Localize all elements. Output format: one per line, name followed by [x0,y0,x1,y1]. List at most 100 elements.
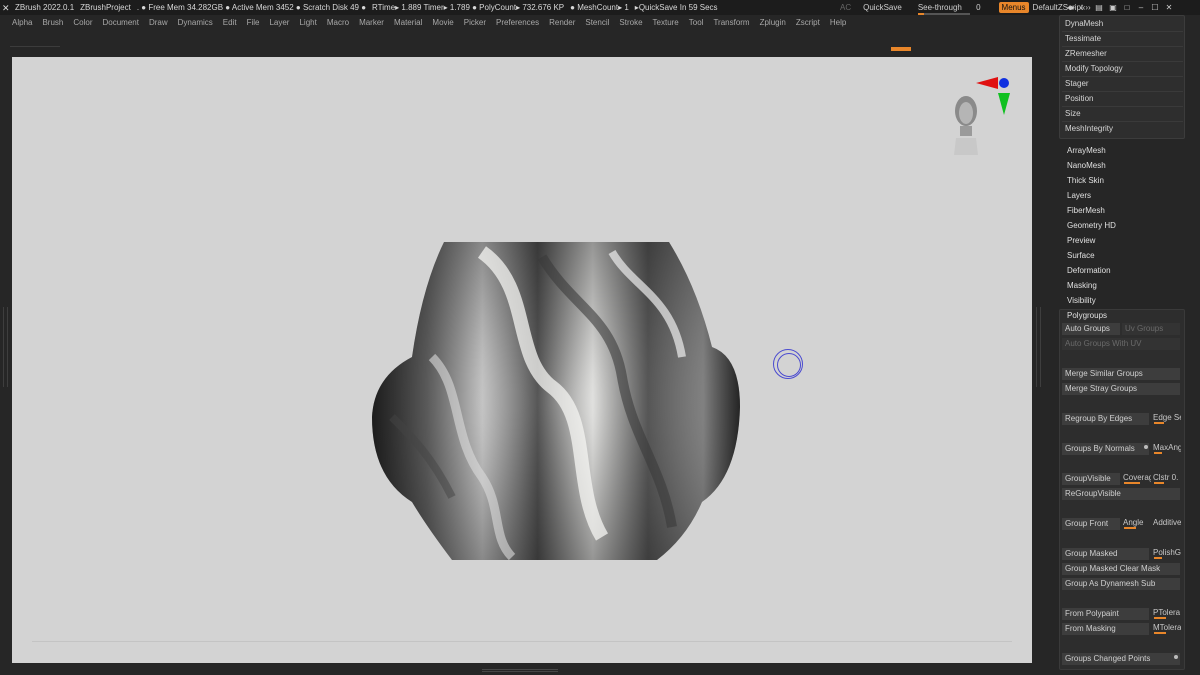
sculpt-mesh[interactable] [12,57,1032,663]
right-tray-handle[interactable] [1036,307,1041,387]
menu-dynamics[interactable]: Dynamics [178,18,213,27]
menu-item-meshintegrity[interactable]: MeshIntegrity [1065,122,1113,136]
polish-groups-slider[interactable]: PolishG [1153,548,1181,560]
ac-button[interactable]: AC [840,3,851,12]
menu-item-tessimate[interactable]: Tessimate [1065,32,1101,46]
menu-marker[interactable]: Marker [359,18,384,27]
menu-movie[interactable]: Movie [432,18,453,27]
subpalette-preview[interactable]: Preview [1067,235,1095,247]
menu-file[interactable]: File [247,18,260,27]
menus-toggle-button[interactable]: Menus [998,2,1029,13]
menu-material[interactable]: Material [394,18,422,27]
menu-item-size[interactable]: Size [1065,107,1081,121]
zbrush-window: ✕ ZBrush 2022.0.1 ZBrushProject . ● Free… [0,0,1200,675]
edge-sensitivity-slider[interactable]: Edge Se [1153,413,1181,425]
menu-document[interactable]: Document [103,18,139,27]
from-masking-button[interactable]: From Masking [1062,623,1149,635]
floor-line [32,641,1012,642]
geometry-dropdown-menu: DynaMesh Tessimate ZRemesher Modify Topo… [1059,15,1185,139]
menu-color[interactable]: Color [73,18,92,27]
menu-preferences[interactable]: Preferences [496,18,539,27]
menu-alpha[interactable]: Alpha [12,18,32,27]
menu-stencil[interactable]: Stencil [585,18,609,27]
menu-light[interactable]: Light [299,18,316,27]
subpalette-surface[interactable]: Surface [1067,250,1095,262]
restore-icon[interactable]: □ [1122,3,1132,12]
menu-edit[interactable]: Edit [223,18,237,27]
menu-macro[interactable]: Macro [327,18,349,27]
cluster-slider[interactable]: Clstr 0. [1153,473,1181,485]
group-as-dynamesh-sub-button[interactable]: Group As Dynamesh Sub [1062,578,1180,590]
coverage-slider[interactable]: Coverag [1123,473,1151,485]
subpalette-arraymesh[interactable]: ArrayMesh [1067,145,1106,157]
auto-groups-with-uv-button[interactable]: Auto Groups With UV [1062,338,1180,350]
menu-item-modify-topology[interactable]: Modify Topology [1065,62,1123,76]
menu-item-stager[interactable]: Stager [1065,77,1089,91]
polypaint-tolerance-slider[interactable]: PTolera [1153,608,1181,620]
menu-render[interactable]: Render [549,18,575,27]
menu-item-position[interactable]: Position [1065,92,1093,106]
toggle-dot-icon[interactable] [1144,445,1148,449]
angle-slider[interactable]: Angle [1123,518,1151,530]
maximize-icon[interactable]: ☐ [1150,3,1160,12]
menu-tool[interactable]: Tool [689,18,704,27]
minimize-icon[interactable]: – [1136,3,1146,12]
menu-layer[interactable]: Layer [269,18,289,27]
quicksave-button[interactable]: QuickSave [863,3,902,12]
close-icon[interactable]: ✕ [1164,3,1174,12]
from-polypaint-button[interactable]: From Polypaint [1062,608,1149,620]
menu-zplugin[interactable]: Zplugin [760,18,786,27]
menu-draw[interactable]: Draw [149,18,168,27]
group-masked-button[interactable]: Group Masked [1062,548,1149,560]
title-controls: AC QuickSave See-through 0 Menus Default… [840,0,1089,15]
palette-icon[interactable]: ▤ [1094,3,1104,12]
menu-stroke[interactable]: Stroke [619,18,642,27]
additive-toggle[interactable]: Additive [1153,518,1181,530]
max-angle-slider[interactable]: MaxAng [1153,443,1181,455]
auto-groups-button[interactable]: Auto Groups [1062,323,1120,335]
subpalette-nanomesh[interactable]: NanoMesh [1067,160,1106,172]
menu-item-dynamesh[interactable]: DynaMesh [1065,17,1103,31]
mask-tolerance-slider[interactable]: MTolera [1153,623,1181,635]
groups-changed-points-button[interactable]: Groups Changed Points [1062,653,1180,665]
mesh-count: ● MeshCount▸ 1 [570,3,629,12]
group-front-button[interactable]: Group Front [1062,518,1120,530]
subpalette-geometry-hd[interactable]: Geometry HD [1067,220,1116,232]
subpalette-visibility[interactable]: Visibility [1067,295,1096,307]
regroup-visible-button[interactable]: ReGroupVisible [1062,488,1180,500]
menu-picker[interactable]: Picker [464,18,486,27]
menu-transform[interactable]: Transform [713,18,749,27]
left-tray-handle[interactable] [3,307,8,387]
merge-stray-groups-button[interactable]: Merge Stray Groups [1062,383,1180,395]
menu-help[interactable]: Help [830,18,846,27]
subpalette-polygroups[interactable]: Polygroups [1067,310,1107,322]
layout-arrows-icon[interactable]: ◂▸ [1066,3,1076,12]
layout-icon[interactable]: ▣ [1108,3,1118,12]
double-chevron-icon[interactable]: ‹‹›› [1080,3,1091,12]
regroup-by-edges-button[interactable]: Regroup By Edges [1062,413,1149,425]
bottom-tray-handle[interactable] [482,669,558,672]
merge-similar-groups-button[interactable]: Merge Similar Groups [1062,368,1180,380]
timer-status: RTime▸ 1.889 Timer▸ 1.789 ● PolyCount▸ 7… [372,3,565,12]
document-canvas[interactable] [12,57,1032,663]
menu-item-zremesher[interactable]: ZRemesher [1065,47,1107,61]
groups-by-normals-button[interactable]: Groups By Normals [1062,443,1149,455]
subpalette-fibermesh[interactable]: FiberMesh [1067,205,1105,217]
axis-gizmo-icon[interactable] [974,75,1014,117]
project-name: ZBrushProject [80,3,131,12]
group-masked-clear-mask-button[interactable]: Group Masked Clear Mask [1062,563,1180,575]
subpalette-layers[interactable]: Layers [1067,190,1091,202]
subpalette-deformation[interactable]: Deformation [1067,265,1111,277]
uv-groups-button[interactable]: Uv Groups [1122,323,1180,335]
menu-brush[interactable]: Brush [42,18,63,27]
menu-texture[interactable]: Texture [653,18,679,27]
group-visible-button[interactable]: GroupVisible [1062,473,1120,485]
toggle-dot-icon[interactable] [1174,655,1178,659]
subpalette-thick-skin[interactable]: Thick Skin [1067,175,1104,187]
brush-cursor-icon [773,349,803,379]
menu-zscript[interactable]: Zscript [796,18,820,27]
main-menu-bar: Alpha Brush Color Document Draw Dynamics… [0,15,1056,30]
subpalette-masking[interactable]: Masking [1067,280,1097,292]
shelf-indicator[interactable] [891,47,911,51]
see-through-slider[interactable]: See-through 0 [917,3,987,15]
